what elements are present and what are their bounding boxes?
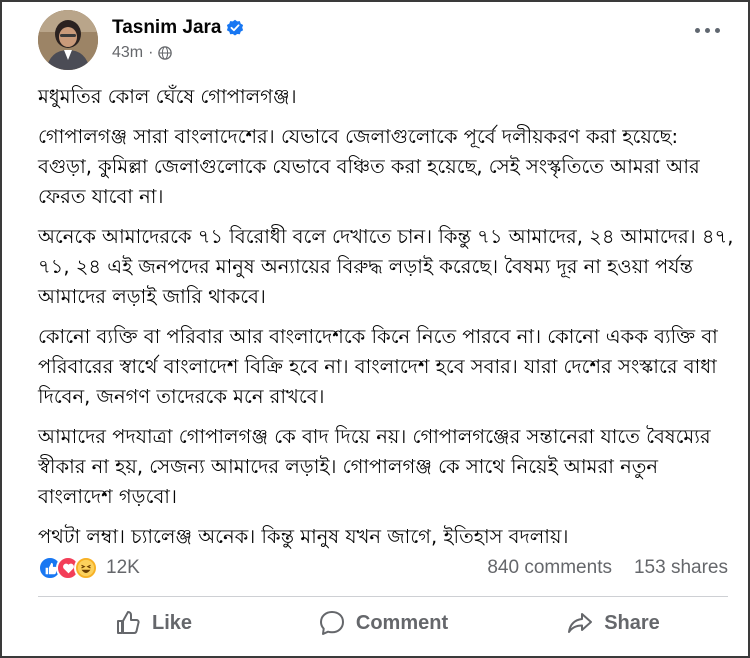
divider bbox=[38, 596, 728, 597]
shares-count-link[interactable]: 153 shares bbox=[634, 557, 728, 579]
post-paragraph: গোপালগঞ্জ সারা বাংলাদেশের। যেভাবে জেলাগু… bbox=[38, 125, 700, 208]
post-time[interactable]: 43m bbox=[112, 44, 143, 62]
verified-badge-icon bbox=[227, 19, 244, 36]
reactions-summary[interactable]: 12K bbox=[38, 556, 140, 580]
share-button[interactable]: Share bbox=[498, 602, 728, 644]
comment-label: Comment bbox=[355, 611, 449, 634]
like-label: Like bbox=[151, 611, 193, 634]
haha-reaction-icon bbox=[74, 556, 98, 580]
author-name-row: Tasnim Jara bbox=[112, 17, 244, 39]
post-paragraph: আমাদের পদযাত্রা গোপালগঞ্জ কে বাদ দিয়ে ন… bbox=[38, 425, 711, 508]
stats-right: 840 comments 153 shares bbox=[487, 557, 728, 579]
comment-icon bbox=[319, 611, 344, 635]
reaction-count: 12K bbox=[106, 557, 140, 578]
comments-count-link[interactable]: 840 comments bbox=[487, 557, 612, 579]
post-paragraph: মধুমতির কোল ঘেঁষে গোপালগঞ্জ। bbox=[38, 85, 297, 108]
post-paragraph: অনেকে আমাদেরকে ৭১ বিরোধী বলে দেখাতে চান।… bbox=[38, 225, 734, 308]
more-options-icon[interactable] bbox=[695, 28, 720, 33]
action-bar: Like Comment Share bbox=[38, 602, 728, 644]
post-paragraph: পথটা লম্বা। চ্যালেঞ্জ অনেক। কিন্তু মানুষ… bbox=[38, 525, 569, 548]
post-header: Tasnim Jara 43m · bbox=[38, 10, 728, 70]
globe-icon bbox=[158, 46, 173, 60]
comment-button[interactable]: Comment bbox=[268, 602, 498, 644]
post-body: মধুমতির কোল ঘেঁষে গোপালগঞ্জ। গোপালগঞ্জ স… bbox=[38, 82, 738, 562]
post-card: Tasnim Jara 43m · মধুমতির কোল ঘেঁষে গোপা… bbox=[0, 0, 750, 658]
post-meta: 43m · bbox=[112, 44, 173, 62]
share-label: Share bbox=[604, 611, 660, 634]
like-button[interactable]: Like bbox=[38, 602, 268, 644]
meta-separator: · bbox=[148, 44, 154, 61]
share-icon bbox=[568, 613, 593, 633]
engagement-stats: 12K 840 comments 153 shares bbox=[38, 553, 728, 583]
post-paragraph: কোনো ব্যক্তি বা পরিবার আর বাংলাদেশকে কিন… bbox=[38, 325, 718, 408]
thumbs-up-icon bbox=[116, 611, 140, 634]
author-name[interactable]: Tasnim Jara bbox=[112, 17, 221, 39]
avatar[interactable] bbox=[38, 10, 98, 70]
